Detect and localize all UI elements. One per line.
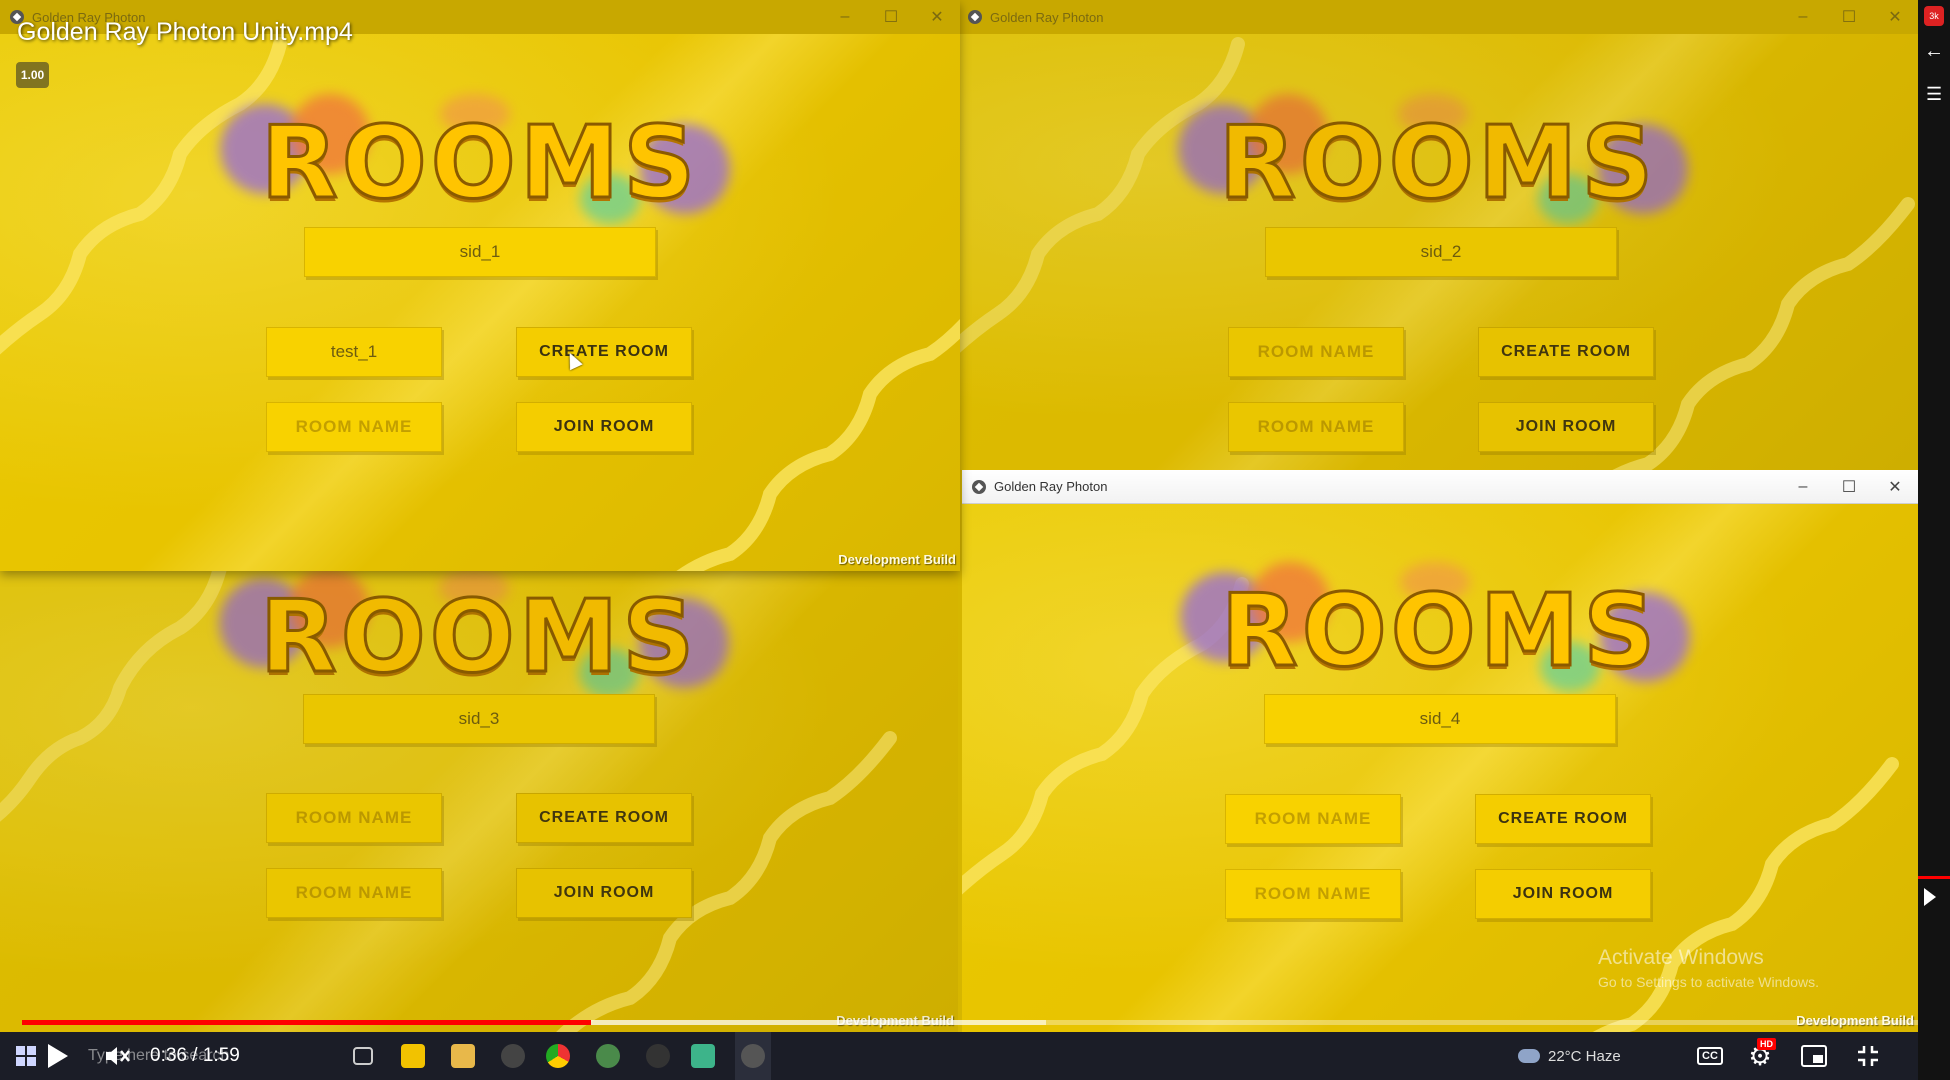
maximize-icon[interactable]: ☐ (1826, 470, 1872, 503)
browser-sidebar: 3k ← ☰ (1918, 0, 1950, 1080)
task-view-icon[interactable] (345, 1032, 381, 1080)
room-name-field-join[interactable]: ROOM NAME (1228, 402, 1404, 452)
maximize-icon[interactable]: ☐ (1826, 0, 1872, 34)
weather-widget[interactable]: 22°C Haze (1518, 1032, 1621, 1080)
chrome-icon[interactable] (540, 1032, 576, 1080)
activate-subtitle: Go to Settings to activate Windows. (1598, 974, 1819, 990)
seek-bar-played (22, 1020, 591, 1025)
rooms-logo: ROOMS (220, 94, 740, 234)
create-room-button[interactable]: CREATE ROOM (516, 793, 692, 843)
unity-icon (972, 479, 986, 494)
time-display: 0:36 / 1:59 (150, 1045, 240, 1066)
rooms-title: ROOMS (1219, 571, 1660, 691)
unity-editor-icon[interactable] (640, 1032, 676, 1080)
rooms-title: ROOMS (259, 103, 700, 223)
back-arrow-icon[interactable]: ← (1924, 40, 1944, 63)
exit-fullscreen-button[interactable] (1850, 1032, 1886, 1080)
rooms-logo: ROOMS (1180, 562, 1700, 702)
create-room-button[interactable]: CREATE ROOM (516, 327, 692, 377)
game-view: ROOMS sid_3 ROOM NAME CREATE ROOM ROOM N… (0, 568, 958, 1032)
join-room-button[interactable]: JOIN ROOM (516, 402, 692, 452)
exit-fullscreen-icon (1858, 1046, 1878, 1066)
mute-button[interactable] (100, 1032, 136, 1080)
player-name-field[interactable]: sid_4 (1264, 694, 1616, 744)
activate-windows-watermark: Activate Windows Go to Settings to activ… (1598, 946, 1819, 990)
weather-text: 22°C Haze (1548, 1047, 1621, 1065)
playback-speed-badge[interactable]: 1.00 (16, 62, 49, 88)
hd-badge: HD (1757, 1038, 1776, 1050)
window-titlebar[interactable]: Golden Ray Photon – ☐ ✕ (962, 470, 1918, 504)
close-icon[interactable]: ✕ (1872, 470, 1918, 503)
player-name-field[interactable]: sid_2 (1265, 227, 1617, 277)
room-name-field-create[interactable]: ROOM NAME (266, 793, 442, 843)
rooms-logo: ROOMS (219, 568, 739, 708)
sticky-notes-icon[interactable] (395, 1032, 431, 1080)
seek-bar[interactable] (22, 1020, 1918, 1025)
game-window-1[interactable]: Golden Ray Photon – ☐ ✕ ROOMS sid_1 test… (0, 0, 960, 571)
development-build-label: Development Build (838, 552, 956, 567)
room-name-field-create[interactable]: ROOM NAME (1228, 327, 1404, 377)
window-titlebar[interactable]: Golden Ray Photon – ☐ ✕ (958, 0, 1918, 34)
android-studio-icon[interactable] (685, 1032, 721, 1080)
app-icon[interactable] (590, 1032, 626, 1080)
join-room-button[interactable]: JOIN ROOM (516, 868, 692, 918)
window-title: Golden Ray Photon (994, 479, 1108, 494)
closed-captions-icon: CC (1697, 1047, 1723, 1065)
play-icon (48, 1044, 68, 1068)
player-controls-bar: Type here to search 0:36 / 1:59 (0, 1032, 1918, 1080)
create-room-button[interactable]: CREATE ROOM (1475, 794, 1651, 844)
player-name-field[interactable]: sid_1 (304, 227, 656, 277)
create-room-button[interactable]: CREATE ROOM (1478, 327, 1654, 377)
room-name-field-create[interactable]: test_1 (266, 327, 442, 377)
video-title: Golden Ray Photon Unity.mp4 (17, 18, 353, 46)
join-room-button[interactable]: JOIN ROOM (1475, 869, 1651, 919)
activate-title: Activate Windows (1598, 946, 1764, 969)
room-name-field-join[interactable]: ROOM NAME (1225, 869, 1401, 919)
unity-hub-icon[interactable] (495, 1032, 531, 1080)
file-explorer-icon[interactable] (445, 1032, 481, 1080)
minimize-icon[interactable]: – (1780, 470, 1826, 503)
room-name-field-create[interactable]: ROOM NAME (1225, 794, 1401, 844)
close-icon[interactable]: ✕ (914, 0, 960, 34)
video-player[interactable]: ROOMS sid_3 ROOM NAME CREATE ROOM ROOM N… (0, 0, 1918, 1080)
rooms-title: ROOMS (1217, 103, 1658, 223)
miniplayer-icon (1801, 1045, 1827, 1067)
youtube-favicon: 3k (1924, 6, 1944, 26)
close-icon[interactable]: ✕ (1872, 0, 1918, 34)
windows-start-icon (12, 1032, 40, 1080)
unity-icon (968, 10, 982, 24)
game-view: ROOMS sid_1 test_1 CREATE ROOM ROOM NAME… (0, 34, 960, 571)
play-button[interactable] (40, 1032, 76, 1080)
game-window-2[interactable]: Golden Ray Photon – ☐ ✕ ROOMS sid_2 ROOM… (958, 0, 1918, 470)
room-name-field-join[interactable]: ROOM NAME (266, 402, 442, 452)
rooms-logo: ROOMS (1178, 94, 1698, 234)
screen: ROOMS sid_3 ROOM NAME CREATE ROOM ROOM N… (0, 0, 1950, 1080)
game-window-3[interactable]: ROOMS sid_3 ROOM NAME CREATE ROOM ROOM N… (0, 568, 958, 1032)
minimize-icon[interactable]: – (1780, 0, 1826, 34)
unity-game-icon[interactable] (735, 1032, 771, 1080)
progress-indicator (1918, 876, 1950, 879)
minimize-icon[interactable]: – (822, 0, 868, 34)
cloud-icon (1518, 1049, 1540, 1063)
next-arrow-icon[interactable] (1924, 888, 1936, 906)
miniplayer-button[interactable] (1796, 1032, 1832, 1080)
rooms-title: ROOMS (258, 577, 699, 697)
captions-button[interactable]: CC (1692, 1032, 1728, 1080)
volume-muted-icon (106, 1047, 130, 1065)
maximize-icon[interactable]: ☐ (868, 0, 914, 34)
join-room-button[interactable]: JOIN ROOM (1478, 402, 1654, 452)
game-view: ROOMS sid_2 ROOM NAME CREATE ROOM ROOM N… (958, 34, 1918, 470)
room-name-field-join[interactable]: ROOM NAME (266, 868, 442, 918)
player-name-field[interactable]: sid_3 (303, 694, 655, 744)
window-title: Golden Ray Photon (990, 9, 1104, 25)
menu-icon[interactable]: ☰ (1926, 84, 1942, 105)
